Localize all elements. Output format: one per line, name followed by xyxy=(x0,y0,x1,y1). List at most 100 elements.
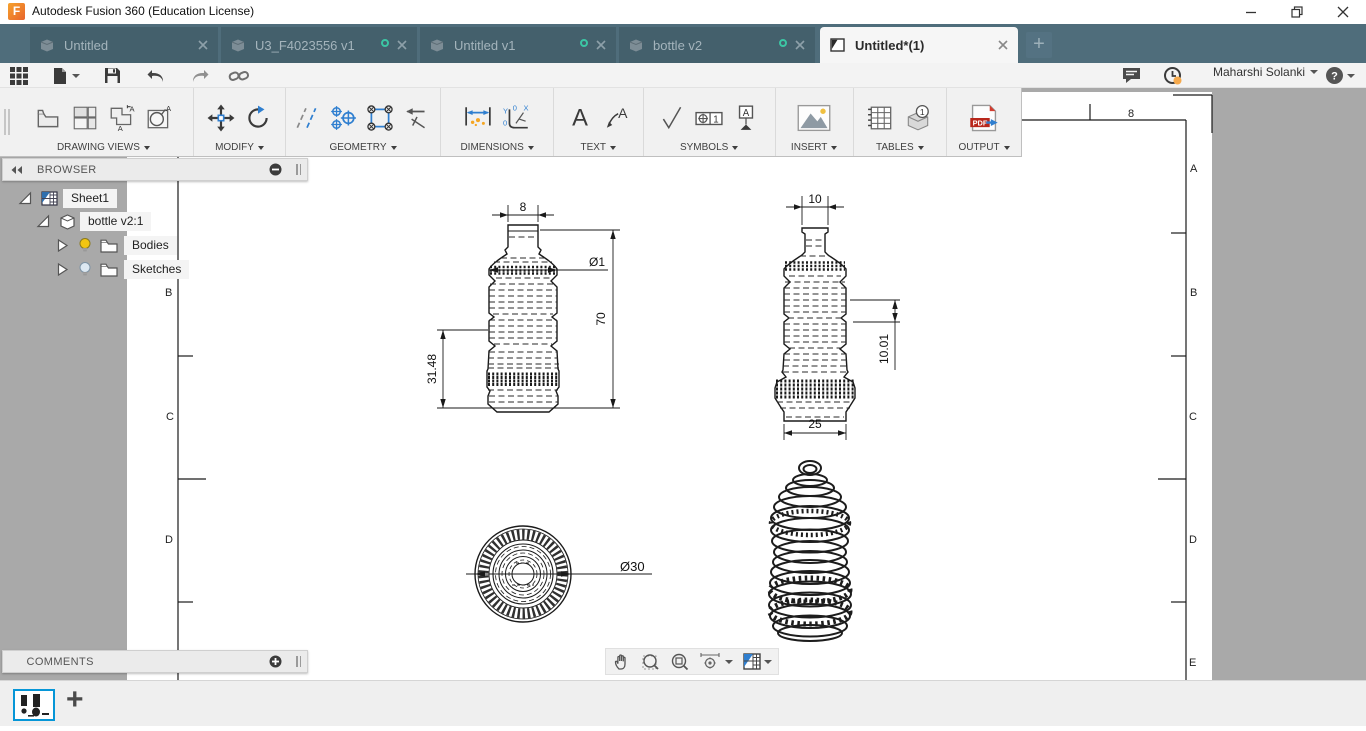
svg-text:PDF: PDF xyxy=(973,118,988,127)
add-comment-icon[interactable] xyxy=(269,655,282,668)
ribbon-group-label[interactable]: OUTPUT xyxy=(958,142,1010,153)
new-tab-button[interactable]: + xyxy=(1026,32,1052,58)
panel-drag-grip[interactable] xyxy=(296,656,301,667)
doc-tab-untitled-v1[interactable]: Untitled v1 xyxy=(420,27,616,63)
ribbon-group-label[interactable]: GEOMETRY xyxy=(329,142,397,153)
parallel-lines-icon[interactable] xyxy=(293,104,321,132)
center-mark-pattern-icon[interactable] xyxy=(365,104,395,132)
base-view-icon[interactable] xyxy=(33,104,63,132)
svg-text:1: 1 xyxy=(713,114,718,125)
restore-button[interactable] xyxy=(1274,0,1320,24)
surface-texture-icon[interactable] xyxy=(658,104,686,132)
browser-panel-header[interactable]: BROWSER xyxy=(2,158,308,181)
browser-item-label[interactable]: Sheet1 xyxy=(63,189,118,208)
expanded-triangle-icon[interactable] xyxy=(18,191,33,206)
window-title-bar: F Autodesk Fusion 360 (Education License… xyxy=(0,0,1366,24)
svg-text:Y: Y xyxy=(503,107,508,116)
browser-item-label[interactable]: bottle v2:1 xyxy=(80,212,152,231)
browser-item-label[interactable]: Bodies xyxy=(124,236,177,255)
doc-tab-u3-f4023556[interactable]: U3_F4023556 v1 xyxy=(221,27,417,63)
output-pdf-icon[interactable]: PDF xyxy=(968,103,1000,133)
dim-height-70: 70 xyxy=(594,312,608,326)
browser-item-bodies[interactable]: Bodies xyxy=(56,235,177,256)
user-name: Maharshi Solanki xyxy=(1213,65,1306,79)
close-tab-icon[interactable] xyxy=(795,40,805,50)
svg-text:X: X xyxy=(523,104,528,112)
browser-item-sheet1[interactable]: Sheet1 xyxy=(18,188,118,209)
pan-icon[interactable] xyxy=(612,652,632,672)
browser-item-bottle-v2[interactable]: bottle v2:1 xyxy=(36,211,152,232)
remove-panel-icon[interactable] xyxy=(269,163,282,176)
close-tab-icon[interactable] xyxy=(198,40,208,50)
close-tab-icon[interactable] xyxy=(596,40,606,50)
job-status-icon[interactable] xyxy=(1122,64,1141,87)
browser-item-label[interactable]: Sketches xyxy=(124,260,190,279)
visibility-bulb-off-icon[interactable] xyxy=(78,261,92,278)
file-menu-icon[interactable] xyxy=(52,64,80,87)
user-account-menu[interactable]: Maharshi Solanki xyxy=(1213,65,1319,79)
doc-tab-untitled-1-active[interactable]: Untitled*(1) xyxy=(820,27,1018,63)
document-cube-icon xyxy=(40,39,54,51)
insert-image-icon[interactable] xyxy=(796,103,832,133)
collapsed-triangle-icon[interactable] xyxy=(56,262,69,277)
save-icon[interactable] xyxy=(104,64,121,87)
feature-control-frame-icon[interactable]: 1 xyxy=(693,104,725,132)
minimize-button[interactable] xyxy=(1228,0,1274,24)
expanded-triangle-icon[interactable] xyxy=(36,214,51,229)
comments-panel-header[interactable]: COMMENTS xyxy=(2,650,308,673)
document-settings-icon[interactable] xyxy=(699,652,733,672)
ribbon-group-label[interactable]: DRAWING VIEWS xyxy=(57,142,150,153)
share-link-icon[interactable] xyxy=(228,64,250,87)
dimension-icon[interactable] xyxy=(462,104,494,132)
svg-text:A: A xyxy=(166,104,171,113)
help-menu-icon[interactable]: ? xyxy=(1325,64,1355,87)
panel-drag-grip[interactable] xyxy=(296,164,301,175)
svg-text:0: 0 xyxy=(512,104,516,112)
projected-view-icon[interactable] xyxy=(70,104,100,132)
grid-display-icon[interactable] xyxy=(742,652,772,672)
ribbon-group-label[interactable]: SYMBOLS xyxy=(680,142,739,153)
saved-status-icon xyxy=(580,39,588,47)
section-view-icon[interactable]: AA xyxy=(107,104,137,132)
collapse-double-arrow-icon[interactable] xyxy=(11,165,23,175)
balloon-icon[interactable]: 1 xyxy=(903,104,933,132)
ribbon-group-label[interactable]: INSERT xyxy=(791,142,838,153)
detail-view-icon[interactable]: A xyxy=(144,104,174,132)
leader-text-icon[interactable]: A xyxy=(601,104,631,132)
ribbon-drag-grip[interactable] xyxy=(0,88,14,156)
close-tab-icon[interactable] xyxy=(397,40,407,50)
sheet-tabs-bar: + xyxy=(0,680,1366,726)
text-icon[interactable]: A xyxy=(566,104,594,132)
rotate-icon[interactable] xyxy=(243,104,273,132)
datum-icon[interactable]: A xyxy=(732,104,760,132)
ribbon-group-label[interactable]: TEXT xyxy=(580,142,617,153)
close-button[interactable] xyxy=(1320,0,1366,24)
dim-diameter-30[interactable]: Ø30 xyxy=(620,559,645,574)
visibility-bulb-on-icon[interactable] xyxy=(78,237,92,254)
ribbon-group-label[interactable]: MODIFY xyxy=(215,142,264,153)
edge-extension-icon[interactable] xyxy=(402,104,432,132)
zoom-fit-icon[interactable] xyxy=(670,652,690,672)
notification-clock-icon[interactable] xyxy=(1163,64,1183,87)
move-icon[interactable] xyxy=(206,104,236,132)
close-tab-icon[interactable] xyxy=(998,40,1008,50)
ribbon-group-label[interactable]: TABLES xyxy=(876,142,924,153)
collapsed-triangle-icon[interactable] xyxy=(56,238,69,253)
ordinate-dimension-icon[interactable]: Y0X0 xyxy=(501,104,533,132)
sheet1-thumbnail[interactable] xyxy=(13,689,55,721)
table-icon[interactable] xyxy=(866,104,896,132)
ribbon-group-text: A A TEXT xyxy=(554,88,644,156)
redo-icon[interactable] xyxy=(188,64,210,87)
svg-text:0: 0 xyxy=(503,119,507,128)
svg-text:B: B xyxy=(1190,287,1197,299)
undo-icon[interactable] xyxy=(146,64,168,87)
component-cube-icon xyxy=(60,213,75,230)
browser-item-sketches[interactable]: Sketches xyxy=(56,259,190,280)
center-mark-icon[interactable] xyxy=(328,104,358,132)
doc-tab-untitled[interactable]: Untitled xyxy=(30,27,218,63)
app-grid-icon[interactable] xyxy=(10,64,28,87)
ribbon-group-label[interactable]: DIMENSIONS xyxy=(460,142,534,153)
add-sheet-button[interactable]: + xyxy=(66,683,84,717)
doc-tab-bottle-v2[interactable]: bottle v2 xyxy=(619,27,815,63)
zoom-window-icon[interactable] xyxy=(641,652,661,672)
